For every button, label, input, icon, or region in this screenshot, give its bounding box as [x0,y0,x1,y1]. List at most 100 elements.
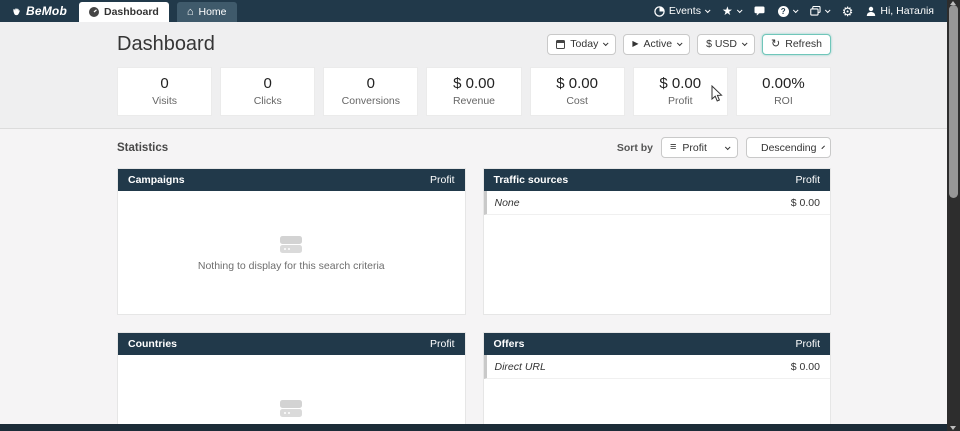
currency-button[interactable]: $ USD [697,34,755,55]
row-value: $ 0.00 [791,197,820,209]
stat-card-visits[interactable]: 0 Visits [117,67,212,116]
events-label: Events [669,5,701,17]
header-zone: Dashboard Today ▶ Active $ USD ↻ [0,22,960,129]
panel-title: Traffic sources [494,174,569,186]
favorites-menu[interactable]: ★ [722,5,741,17]
stat-value: $ 0.00 [634,75,727,92]
sort-field-select[interactable]: ≡ Profit [661,137,738,158]
navbar-tabs: Dashboard ⌂ Home [79,0,237,22]
stat-card-revenue[interactable]: $ 0.00 Revenue [426,67,521,116]
chevron-down-icon [825,7,831,13]
user-menu[interactable]: Hi, Наталія [866,5,934,17]
events-menu[interactable]: Events [654,5,709,17]
stat-value: $ 0.00 [427,75,520,92]
sort-direction-select[interactable]: Descending [746,137,831,158]
empty-state: Nothing to display for this search crite… [118,355,465,431]
stat-value: 0 [118,75,211,92]
user-greeting: Hi, Наталія [880,5,934,17]
top-navbar: BeMob Dashboard ⌂ Home Events ★ ? [0,0,960,22]
chevron-down-icon [793,7,799,13]
help-menu[interactable]: ? [778,6,797,17]
date-range-label: Today [570,38,598,50]
stat-value: 0.00% [737,75,830,92]
table-row[interactable]: Direct URL $ 0.00 [484,355,831,379]
refresh-icon: ↻ [771,39,780,50]
header-controls: Today ▶ Active $ USD ↻ Refresh [547,34,831,55]
footer-bar [0,424,960,431]
row-name: Direct URL [495,361,546,373]
stat-label: Cost [531,95,624,107]
bemob-logo[interactable]: BeMob [0,0,79,22]
database-icon [280,400,302,418]
brand-name: BeMob [26,4,67,18]
statistics-title: Statistics [117,142,168,154]
panel-header: Traffic sources Profit [484,169,831,191]
stat-card-roi[interactable]: 0.00% ROI [736,67,831,116]
date-range-button[interactable]: Today [547,34,616,55]
chat-button[interactable] [754,6,765,16]
stat-label: Clicks [221,95,314,107]
stat-label: Visits [118,95,211,107]
tab-label: Home [199,6,227,18]
events-pie-icon [654,6,665,17]
stat-label: Conversions [324,95,417,107]
stat-label: Profit [634,95,727,107]
stats-cards: 0 Visits 0 Clicks 0 Conversions $ 0.00 R… [117,67,831,116]
currency-label: $ USD [706,38,737,50]
panel-title: Campaigns [128,174,185,186]
chevron-down-icon [677,40,683,46]
status-filter-label: Active [643,38,672,50]
refresh-label: Refresh [785,38,822,50]
row-value: $ 0.00 [791,361,820,373]
panel-metric-label: Profit [795,174,820,186]
empty-state: Nothing to display for this search crite… [118,191,465,315]
sort-controls: Sort by ≡ Profit Descending [617,137,831,158]
chevron-down-icon [742,40,748,46]
panel-countries: Countries Profit Nothing to display for … [117,332,466,431]
vertical-scrollbar[interactable] [947,0,960,431]
sort-by-label: Sort by [617,142,653,154]
user-icon [866,6,876,16]
play-icon: ▶ [632,40,638,48]
stat-card-conversions[interactable]: 0 Conversions [323,67,418,116]
gear-icon: ⚙ [842,5,854,18]
home-icon: ⌂ [187,7,194,18]
chevron-down-icon [737,7,743,13]
stat-value: $ 0.00 [531,75,624,92]
tab-home[interactable]: ⌂ Home [177,2,237,22]
panel-title: Countries [128,338,177,350]
stat-card-clicks[interactable]: 0 Clicks [220,67,315,116]
star-icon: ★ [722,5,733,17]
menu-icon: ≡ [670,142,676,153]
panel-traffic-sources: Traffic sources Profit None $ 0.00 [483,168,832,315]
panel-offers: Offers Profit Direct URL $ 0.00 [483,332,832,431]
windows-stack-icon [810,6,821,16]
page-title: Dashboard [117,33,215,56]
panel-header: Offers Profit [484,333,831,355]
table-row[interactable]: None $ 0.00 [484,191,831,215]
stat-value: 0 [324,75,417,92]
empty-state-text: Nothing to display for this search crite… [198,260,385,272]
panels-grid: Campaigns Profit Nothing to display for … [117,168,831,431]
stat-card-cost[interactable]: $ 0.00 Cost [530,67,625,116]
tab-label: Dashboard [104,6,159,18]
panel-metric-label: Profit [430,338,455,350]
row-name: None [495,197,520,209]
apps-menu[interactable] [810,6,829,16]
settings-button[interactable]: ⚙ [842,5,854,18]
stat-card-profit[interactable]: $ 0.00 Profit [633,67,728,116]
navbar-right: Events ★ ? ⚙ Hi, Наталія [654,0,960,22]
panel-title: Offers [494,338,525,350]
scroll-down-arrow-icon[interactable] [950,426,956,430]
chevron-down-icon [822,145,826,149]
chevron-down-icon [603,40,609,46]
panel-campaigns: Campaigns Profit Nothing to display for … [117,168,466,315]
status-filter-button[interactable]: ▶ Active [623,34,690,55]
panel-metric-label: Profit [430,174,455,186]
tab-dashboard[interactable]: Dashboard [79,2,169,22]
sort-field-value: Profit [682,142,707,154]
refresh-button[interactable]: ↻ Refresh [762,34,831,55]
panel-header: Countries Profit [118,333,465,355]
scrollbar-thumb[interactable] [949,5,958,198]
calendar-icon [556,40,565,49]
